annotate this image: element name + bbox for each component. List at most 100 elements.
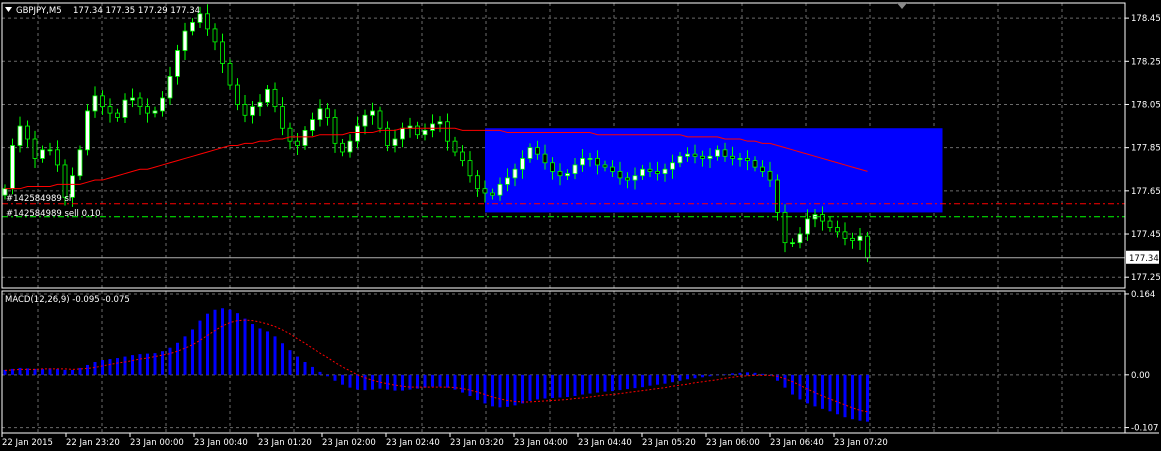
macd-bar [243,318,247,375]
candle-body [565,173,570,177]
candle-body [190,22,195,32]
candle-body [325,108,330,118]
candle-body [625,177,630,181]
candle-body [775,179,780,213]
macd-bar [498,374,502,408]
macd-bar [821,374,824,409]
candle-body [400,127,405,140]
macd-bar [161,351,164,375]
macd-bar [731,373,734,375]
candle-body [797,233,803,244]
macd-bar [341,374,344,385]
time-tick-label: 23 Jan 01:20 [258,438,312,448]
macd-bar [258,328,262,375]
macd-bar [206,313,209,375]
macd-bar [198,320,202,375]
candle-body [542,153,548,164]
macd-bar [221,308,224,375]
candle-body [130,97,135,101]
candle-body [535,147,540,155]
macd-bar [236,313,239,375]
macd-bar [693,374,697,379]
macd-bar [116,358,119,375]
candle-body [122,99,128,118]
candle-body [512,168,518,179]
current-price-label: 177.34 [1129,254,1159,264]
candle-body [737,158,743,160]
chart-shift-marker[interactable] [897,3,907,9]
macd-bar [566,374,569,398]
macd-bar [671,374,674,383]
candle-body [647,168,653,172]
sell-order-label: #142584989 sell 0.10 [6,209,101,219]
price-tick-label: 177.65 [1131,187,1161,197]
macd-bar [281,343,284,375]
macd-bar [266,331,269,375]
macd-bar [146,353,149,375]
candle-body [340,142,345,153]
candle-body [40,149,45,159]
macd-bar [858,374,862,421]
candle-body [460,151,465,162]
candle-body [715,149,720,157]
macd-bar [543,374,547,399]
macd-bar [528,374,532,401]
trading-chart[interactable]: #142584989 sl #142584989 sell 0.10 178.4… [0,0,1161,451]
macd-signal-line [4,319,868,413]
candle-body [865,235,870,259]
macd-bar [431,374,434,387]
price-tick-label: 178.45 [1131,14,1161,24]
candle-body [475,175,480,190]
macd-bar [71,369,74,375]
macd-bar [348,374,352,388]
candle-body [640,168,645,177]
candle-body [617,171,623,179]
candle-body [10,145,15,190]
macd-bar [483,374,487,404]
macd-bar [753,372,757,375]
macd-bar [783,374,787,388]
candle-body [205,13,210,30]
time-tick-label: 23 Jan 03:20 [450,438,504,448]
macd-bar [213,309,217,375]
macd-histogram [3,308,869,422]
price-tick-label: 177.45 [1131,230,1161,240]
candle-body [437,121,443,125]
macd-bar [56,368,59,375]
macd-tick-label: 0.00 [1131,371,1150,381]
macd-bar [168,347,172,375]
candle-body [692,153,698,157]
candle-body [700,155,705,159]
candle-body [602,164,608,168]
macd-bar [506,374,509,407]
price-tick-label: 177.25 [1131,273,1161,283]
macd-bar [326,374,329,377]
candle-body [767,171,773,181]
macd-bar [423,374,427,388]
macd-bar [843,374,847,418]
candle-body [317,108,323,120]
macd-bar [716,374,719,376]
macd-bar [738,372,742,375]
macd-bar [551,374,554,398]
candle-body [295,140,300,146]
candle-body [85,110,90,151]
candle-body [610,166,615,172]
time-tick-label: 23 Jan 02:00 [322,438,376,448]
macd-bar [723,374,727,375]
macd-bar [86,364,89,375]
time-tick-label: 23 Jan 00:40 [194,438,248,448]
candle-body [805,218,810,235]
candle-body [152,110,158,114]
macd-bar [588,374,592,394]
macd-bar [656,374,659,385]
candle-body [557,171,563,177]
candle-body [92,95,98,112]
macd-bar [183,336,187,375]
ohlc-label: 177.34 177.35 177.29 177.34 [73,6,200,16]
candle-body [17,125,23,146]
candle-body [370,110,375,116]
macd-bar [461,374,464,393]
candle-body [235,84,240,105]
macd-bar [611,374,614,392]
